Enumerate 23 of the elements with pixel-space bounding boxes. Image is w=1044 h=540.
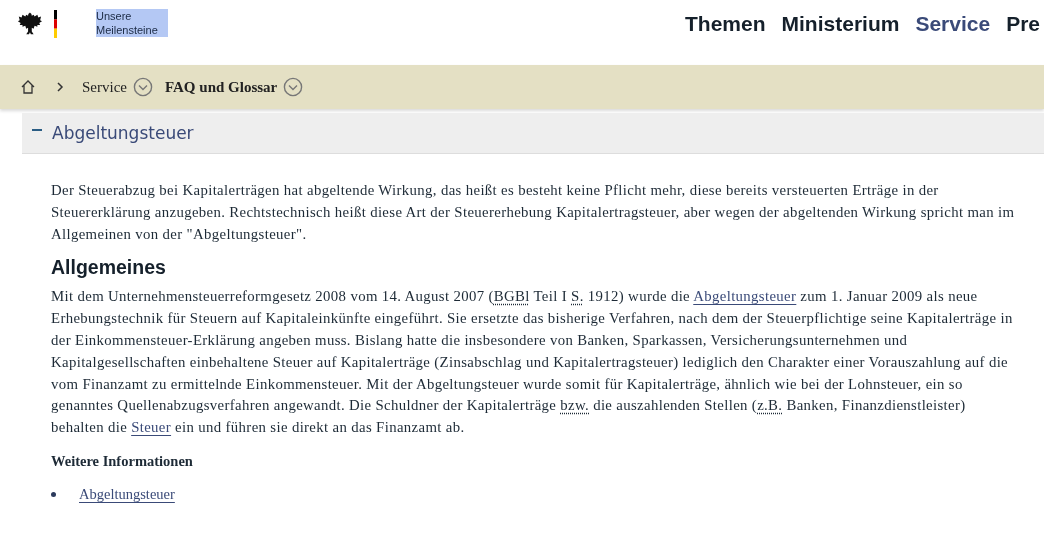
nav-link[interactable]: Pre bbox=[1006, 12, 1040, 36]
nav-link[interactable]: Ministerium bbox=[781, 12, 900, 36]
accordion-title: Abgeltungsteuer bbox=[52, 123, 194, 143]
nav-link[interactable]: Service bbox=[915, 12, 991, 36]
inline-link[interactable]: Steuer bbox=[131, 419, 172, 436]
subheading: Weitere Informationen bbox=[51, 452, 194, 470]
accordion-header[interactable]: Abgeltungsteuer bbox=[22, 113, 1044, 154]
nav-link[interactable]: Themen bbox=[685, 12, 766, 36]
home-icon[interactable] bbox=[20, 79, 36, 95]
dropdown-circle-icon[interactable] bbox=[133, 77, 153, 97]
minus-icon bbox=[32, 128, 42, 132]
info-link[interactable]: Abgeltungsteuer bbox=[79, 485, 175, 503]
section-heading: Allgemeines bbox=[51, 256, 167, 280]
chevron-right-icon bbox=[56, 82, 64, 92]
dropdown-circle-icon[interactable] bbox=[283, 77, 304, 97]
breadcrumb-link[interactable]: Service bbox=[82, 78, 127, 96]
tagline[interactable]: Unsere Meilensteine bbox=[96, 9, 168, 37]
bullet-icon bbox=[51, 491, 56, 497]
breadcrumb-link[interactable]: FAQ und Glossar bbox=[165, 78, 278, 96]
flag-icon bbox=[54, 10, 57, 38]
intro-paragraph: Der Steuerabzug bei Kapitalerträgen hat abgeltende Wirkung, das heißt es besteht keine Pflicht mehr, diese bereits versteuerten Erträge in der Steuererklärung anzugeben. Rechtstechnisch heißt diese Art der Steuererhebung Kapitalertragsteuer, aber wegen der abgeltenden Wirkung spricht man im Allgemeinen von der "Abgeltungsteuer". bbox=[51, 181, 1016, 244]
body-paragraph: Mit dem Unternehmensteuerreformgesetz 2008 vom 14. August 2007 (BGBl Teil I S. 1912) wurde die Abgeltungsteuer zum 1. Januar 2009 als neue Erhebungstechnik für Steuern auf Kapitaleinkünfte eingeführt. Sie ersetzte das bisherige Verfahren, nach dem der Steuerpflichtige seine Kapitalerträge in der Einkommensteuer-Erklärung angeben muss. Bislang hatte die insbesondere von Banken, Sparkassen, Versicherungsunternehmen und Kapitalgesellschaften einbehaltene Steuer auf Kapitalerträge (Zinsabschlag und Kapitalertragsteuer) lediglich den Charakter einer Vorauszahlung auf die vom Finanzamt zu ermittelnde Einkommensteuer. Mit der Abgeltungsteuer wurde somit für Kapitalerträge, ähnlich wie bei der Lohnsteuer, ein so genanntes Quellenabzugsverfahren angewandt. Die Schuldner der Kapitalerträge bzw. die auszahlenden Stellen (z.B. Banken, Finanzdienstleister) behalten die Steuer ein und führen sie direkt an das Finanzamt ab. bbox=[51, 287, 1014, 438]
inline-link[interactable]: Abgeltungsteuer bbox=[693, 288, 797, 305]
